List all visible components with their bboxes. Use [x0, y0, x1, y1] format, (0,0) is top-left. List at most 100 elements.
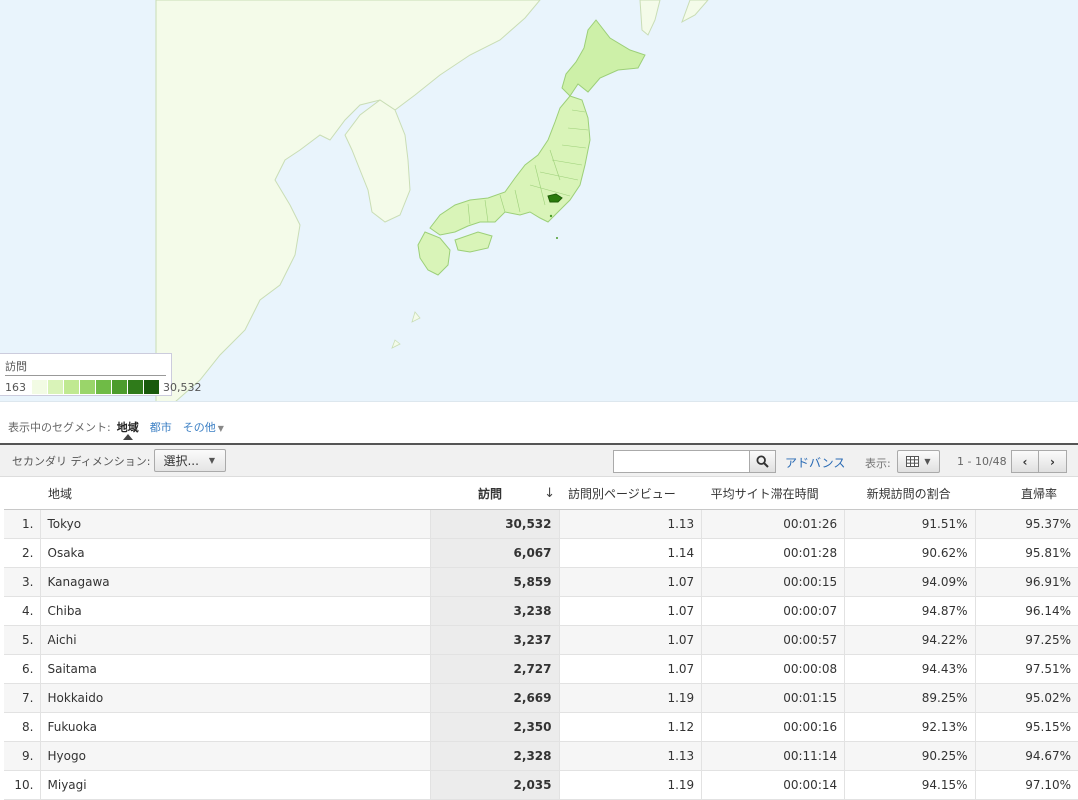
row-pages-per-visit: 1.13 [559, 509, 703, 539]
legend-title: 訪問 [5, 358, 166, 376]
row-new-visits: 89.25% [844, 683, 976, 713]
row-new-visits: 94.09% [844, 567, 976, 597]
table-row[interactable]: 5. Aichi 3,237 1.07 00:00:57 94.22% 97.25% [4, 625, 1078, 655]
row-visits: 3,238 [430, 596, 560, 626]
table-row[interactable]: 7. Hokkaido 2,669 1.19 00:01:15 89.25% 95.02% [4, 683, 1078, 713]
row-region[interactable]: Hokkaido [40, 683, 431, 713]
segment-city[interactable]: 都市 [150, 419, 172, 435]
chevron-down-icon: ▼ [217, 424, 224, 433]
header-visits-label: 訪問 [478, 486, 503, 501]
row-index: 9. [4, 741, 41, 771]
table-row[interactable]: 4. Chiba 3,238 1.07 00:00:07 94.87% 96.14% [4, 596, 1078, 626]
chevron-down-icon: ▼ [208, 456, 216, 465]
table-header-row: 地域 訪問 ↓ 訪問別ページビュー 平均サイト滞在時間 新規訪問の割合 直帰率 [4, 478, 1078, 510]
row-avg-duration: 00:00:15 [701, 567, 846, 597]
row-bounce-rate: 97.10% [975, 770, 1078, 800]
header-pages-per-visit[interactable]: 訪問別ページビュー [559, 478, 702, 510]
row-index: 5. [4, 625, 41, 655]
table-row[interactable]: 2. Osaka 6,067 1.14 00:01:28 90.62% 95.81% [4, 538, 1078, 568]
segment-other[interactable]: その他 ▼ [183, 419, 224, 435]
row-bounce-rate: 95.81% [975, 538, 1078, 568]
row-region[interactable]: Chiba [40, 596, 431, 626]
segment-region[interactable]: 地域 [117, 419, 139, 440]
legend-swatch [48, 380, 64, 394]
row-region[interactable]: Hyogo [40, 741, 431, 771]
header-bounce-rate[interactable]: 直帰率 [975, 478, 1078, 510]
legend-swatch [112, 380, 128, 394]
table-row[interactable]: 9. Hyogo 2,328 1.13 00:11:14 90.25% 94.67% [4, 741, 1078, 771]
shikoku [454, 231, 493, 253]
secondary-dimension-select[interactable]: 選択... ▼ [154, 449, 227, 472]
row-region[interactable]: Aichi [40, 625, 431, 655]
geo-map[interactable]: 訪問 163 30,532 [0, 0, 1078, 402]
legend-scale [32, 380, 160, 394]
chevron-right-icon: › [1050, 454, 1055, 469]
row-new-visits: 94.43% [844, 654, 976, 684]
row-pages-per-visit: 1.07 [559, 596, 703, 626]
row-visits: 2,727 [430, 654, 560, 684]
header-region[interactable]: 地域 [4, 478, 430, 510]
row-index: 2. [4, 538, 41, 568]
row-index: 8. [4, 712, 41, 742]
row-visits: 2,328 [430, 741, 560, 771]
pager: ‹ › [1011, 450, 1067, 473]
row-avg-duration: 00:11:14 [701, 741, 846, 771]
row-pages-per-visit: 1.07 [559, 654, 703, 684]
next-page-button[interactable]: › [1039, 450, 1067, 473]
row-region[interactable]: Osaka [40, 538, 431, 568]
row-visits: 2,350 [430, 712, 560, 742]
row-avg-duration: 00:01:28 [701, 538, 846, 568]
row-pages-per-visit: 1.07 [559, 567, 703, 597]
row-new-visits: 90.25% [844, 741, 976, 771]
search-input[interactable] [613, 450, 749, 473]
pagination-range: 1 - 10/48 [957, 455, 1007, 468]
row-bounce-rate: 95.15% [975, 712, 1078, 742]
legend-swatch [144, 380, 160, 394]
header-visits[interactable]: 訪問 ↓ [430, 478, 559, 510]
row-visits: 5,859 [430, 567, 560, 597]
hokkaido [561, 19, 646, 97]
row-region[interactable]: Kanagawa [40, 567, 431, 597]
search-icon [756, 455, 769, 468]
segment-label: 表示中のセグメント: [8, 421, 111, 434]
row-visits: 2,035 [430, 770, 560, 800]
row-avg-duration: 00:00:14 [701, 770, 846, 800]
row-bounce-rate: 96.91% [975, 567, 1078, 597]
row-pages-per-visit: 1.13 [559, 741, 703, 771]
row-region[interactable]: Fukuoka [40, 712, 431, 742]
table-row[interactable]: 6. Saitama 2,727 1.07 00:00:08 94.43% 97.51% [4, 654, 1078, 684]
korea [344, 99, 411, 223]
table-body: 1. Tokyo 30,532 1.13 00:01:26 91.51% 95.37% 2. O… [4, 509, 1078, 800]
row-visits: 30,532 [430, 509, 560, 539]
table-row[interactable]: 8. Fukuoka 2,350 1.12 00:00:16 92.13% 95.15% [4, 712, 1078, 742]
legend-swatch [128, 380, 144, 394]
legend-swatch [96, 380, 112, 394]
row-new-visits: 90.62% [844, 538, 976, 568]
row-avg-duration: 00:01:15 [701, 683, 846, 713]
row-bounce-rate: 97.25% [975, 625, 1078, 655]
table-row[interactable]: 1. Tokyo 30,532 1.13 00:01:26 91.51% 95.37% [4, 509, 1078, 539]
header-new-visits[interactable]: 新規訪問の割合 [844, 478, 976, 510]
view-toggle-button[interactable]: ▼ [897, 450, 940, 473]
table-row[interactable]: 10. Miyagi 2,035 1.19 00:00:14 94.15% 97.10% [4, 770, 1078, 800]
table-row[interactable]: 3. Kanagawa 5,859 1.07 00:00:15 94.09% 96.91% [4, 567, 1078, 597]
legend-max: 30,532 [163, 380, 202, 394]
header-avg-duration[interactable]: 平均サイト滞在時間 [701, 478, 845, 510]
row-region[interactable]: Saitama [40, 654, 431, 684]
row-region[interactable]: Tokyo [40, 509, 431, 539]
row-avg-duration: 00:00:07 [701, 596, 846, 626]
row-pages-per-visit: 1.12 [559, 712, 703, 742]
row-new-visits: 94.15% [844, 770, 976, 800]
legend-min: 163 [5, 380, 26, 394]
legend-swatch [64, 380, 80, 394]
row-region[interactable]: Miyagi [40, 770, 431, 800]
row-index: 1. [4, 509, 41, 539]
select-label: 選択... [163, 454, 199, 468]
prev-page-button[interactable]: ‹ [1011, 450, 1039, 473]
advanced-filter-link[interactable]: アドバンス [785, 454, 845, 471]
search-button[interactable] [749, 450, 776, 473]
row-pages-per-visit: 1.07 [559, 625, 703, 655]
row-new-visits: 94.87% [844, 596, 976, 626]
table-grid-icon [906, 456, 920, 467]
search-box [613, 450, 776, 473]
